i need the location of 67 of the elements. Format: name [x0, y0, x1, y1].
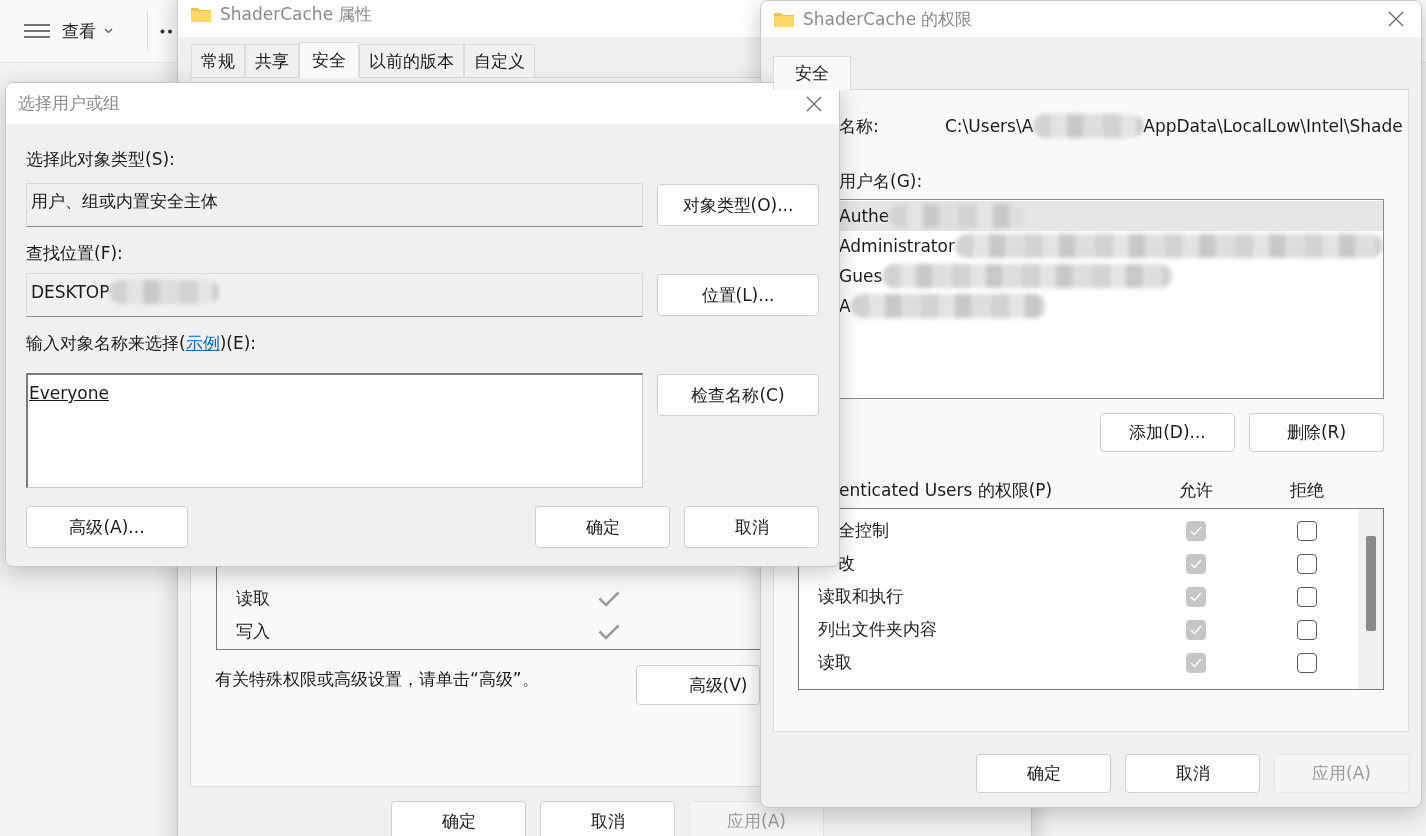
- dialog-button[interactable]: 确定: [391, 801, 526, 836]
- dialog-button[interactable]: 取消: [540, 801, 675, 836]
- users-label: 用户名(G):: [838, 171, 924, 191]
- permission-name: 列出文件夹内容: [818, 618, 938, 641]
- location-label: 查找位置(F):: [26, 243, 124, 263]
- window-title: 选择用户或组: [18, 92, 120, 115]
- check-icon: [1190, 624, 1202, 635]
- user-name: A: [839, 296, 851, 316]
- permission-name: 改: [837, 552, 856, 575]
- window-title: ShaderCache 属性: [220, 2, 373, 26]
- tab[interactable]: 安全: [299, 42, 359, 78]
- add-button[interactable]: 添加(D)...: [1100, 413, 1235, 452]
- tab[interactable]: 安全: [773, 56, 851, 90]
- tab[interactable]: 常规: [191, 44, 245, 77]
- advanced-button[interactable]: 高级(V): [636, 665, 760, 705]
- column-header: 拒绝: [1289, 478, 1325, 502]
- permission-name: 写入: [236, 620, 271, 643]
- dialog-button[interactable]: 确定: [976, 754, 1111, 793]
- permission-name: 读取和执行: [818, 585, 904, 608]
- column-header: 允许: [1178, 478, 1214, 502]
- permission-name: 读取: [818, 651, 853, 674]
- tab[interactable]: 自定义: [464, 44, 535, 77]
- user-name: Gues: [839, 266, 883, 286]
- folder-icon: [190, 5, 212, 23]
- check-icon: [1190, 525, 1202, 536]
- scrollbar[interactable]: [1358, 509, 1383, 689]
- remove-button[interactable]: 删除(R): [1249, 413, 1384, 452]
- window-title: ShaderCache 的权限: [803, 7, 973, 31]
- folder-icon: [773, 10, 795, 28]
- location-value: DESKTOP: [31, 282, 110, 302]
- object-name-label: 名称:: [838, 116, 880, 136]
- close-icon[interactable]: [805, 94, 823, 113]
- dialog-button[interactable]: 取消: [1125, 754, 1260, 793]
- view-menu[interactable]: 查看: [20, 13, 117, 49]
- close-icon[interactable]: [1387, 10, 1405, 28]
- advanced-button[interactable]: 高级(A)...: [26, 506, 188, 548]
- permission-name: 全控制: [837, 519, 890, 542]
- examples-link[interactable]: 示例: [185, 333, 220, 353]
- user-name: Authe: [839, 206, 890, 226]
- checkbox[interactable]: [1297, 652, 1317, 673]
- object-names-field[interactable]: Everyone: [26, 373, 643, 488]
- permissions-label: enticated Users 的权限(P): [838, 480, 1054, 500]
- more-icon[interactable]: [160, 28, 172, 34]
- object-names-label: 输入对象名称来选择(示例)(E):: [26, 333, 257, 353]
- cancel-button[interactable]: 取消: [684, 506, 819, 548]
- object-type-field: 用户、组或内置安全主体: [26, 183, 643, 227]
- checkbox[interactable]: [1297, 553, 1317, 574]
- check-icon: [1190, 657, 1202, 668]
- check-icon: [1190, 591, 1202, 602]
- check-icon: [1190, 558, 1202, 569]
- chevron-down-icon: [104, 28, 113, 34]
- user-name: Administrator: [839, 236, 955, 256]
- checkbox[interactable]: [1297, 586, 1317, 607]
- advanced-hint: 有关特殊权限或高级设置，请单击“高级”。: [215, 668, 540, 691]
- tab[interactable]: 共享: [245, 44, 299, 77]
- ok-button[interactable]: 确定: [535, 506, 670, 548]
- checkbox[interactable]: [1297, 619, 1317, 640]
- object-path-end: AppData\LocalLow\Intel\Shade: [1143, 116, 1403, 136]
- permission-name: 读取: [236, 587, 271, 610]
- checkbox[interactable]: [1297, 520, 1317, 541]
- tab[interactable]: 以前的版本: [359, 44, 464, 77]
- menu-icon: [24, 24, 50, 38]
- object-path-start: C:\Users\A: [945, 116, 1034, 136]
- check-names-button[interactable]: 检查名称(C): [657, 374, 819, 416]
- locations-button[interactable]: 位置(L)...: [657, 274, 819, 316]
- object-types-button[interactable]: 对象类型(O)...: [657, 184, 819, 226]
- object-type-label: 选择此对象类型(S):: [26, 149, 176, 169]
